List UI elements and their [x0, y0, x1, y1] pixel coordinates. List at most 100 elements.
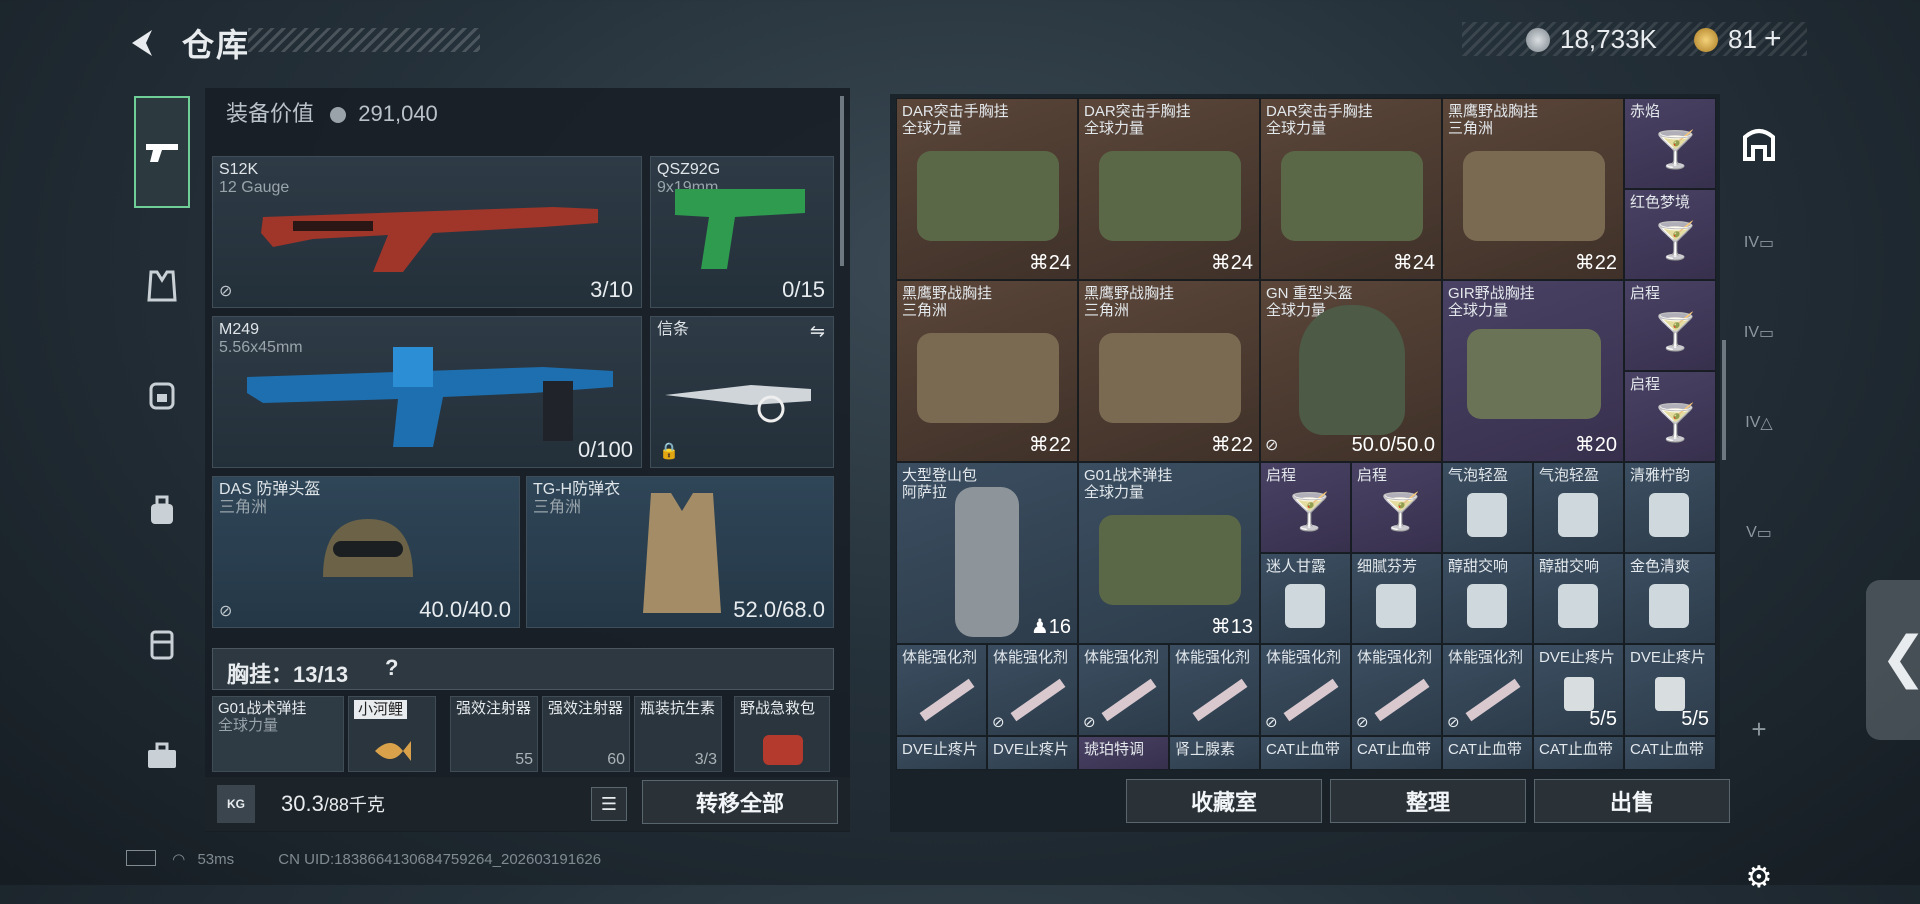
collection-room-button[interactable]: 收藏室	[1126, 779, 1322, 823]
stash-item[interactable]: 黑鹰野战胸挂 三角洲 ⌘22	[1078, 280, 1260, 462]
stash-item[interactable]: 清雅柠韵	[1624, 462, 1716, 553]
stash-item[interactable]: 醇甜交响	[1442, 553, 1533, 644]
stash-item[interactable]: DVE止疼片 5/5	[1624, 644, 1716, 736]
stash-item[interactable]: 金色清爽	[1624, 553, 1716, 644]
sort-button[interactable]: 整理	[1330, 779, 1526, 823]
tab-weapons[interactable]	[134, 96, 190, 208]
stash-item[interactable]: 细腻芬芳	[1351, 553, 1442, 644]
item-name: 强效注射器	[456, 700, 532, 717]
stash-item[interactable]: 黑鹰野战胸挂 三角洲 ⌘22	[896, 280, 1078, 462]
backpack-item-icon	[955, 487, 1019, 637]
item-name: 小河鲤	[354, 700, 408, 719]
stash-item[interactable]: 气泡轻盈	[1442, 462, 1533, 553]
tab-toolbox[interactable]	[134, 728, 190, 784]
stash-tab-main[interactable]	[1732, 116, 1786, 170]
shotgun-icon	[261, 207, 598, 272]
stash-item[interactable]: 体能强化剂 ⊘	[1260, 644, 1351, 736]
side-drawer-handle[interactable]: ❮	[1866, 580, 1920, 740]
stash-item[interactable]: 黑鹰野战胸挂 三角洲 ⌘22	[1442, 98, 1624, 280]
chest-slot-injector-1[interactable]: 强效注射器 55	[450, 696, 538, 772]
stash-item[interactable]: 启程 🍸	[1260, 462, 1351, 553]
tab-level: IV	[1743, 234, 1759, 251]
add-stash-tab-button[interactable]: +	[1732, 702, 1786, 756]
stash-item[interactable]: DVE止疼片	[896, 736, 987, 770]
help-icon[interactable]: ?	[385, 655, 398, 681]
stash-item[interactable]: 体能强化剂 ⊘	[1442, 644, 1533, 736]
stash-tab-5[interactable]: V ▭	[1732, 506, 1786, 560]
equipment-scrollbar[interactable]	[840, 96, 844, 266]
chest-slot-first-aid[interactable]: 野战急救包	[734, 696, 830, 772]
stash-item[interactable]: 启程 🍸	[1624, 280, 1716, 371]
tab-backpack[interactable]	[134, 366, 190, 422]
stash-item[interactable]: DAR突击手胸挂 全球力量 ⌘24	[896, 98, 1078, 280]
tab-chest-rig[interactable]	[134, 258, 190, 314]
chest-slot-antibiotic[interactable]: 瓶装抗生素 3/3	[634, 696, 722, 772]
stash-item[interactable]: 醇甜交响	[1533, 553, 1624, 644]
stash-item[interactable]: DAR突击手胸挂 全球力量 ⌘24	[1260, 98, 1442, 280]
stash-item[interactable]: 迷人甘露	[1260, 553, 1351, 644]
add-currency-button[interactable]: +	[1764, 22, 1782, 56]
stash-item[interactable]: 琥珀特调	[1078, 736, 1169, 770]
chest-rig-icon	[1099, 515, 1241, 605]
syringe-icon	[1283, 678, 1339, 722]
helmet-slot[interactable]: DAS 防弹头盔 三角洲 ⊘ 40.0/40.0	[212, 476, 520, 628]
melee-slot[interactable]: 信条 ⇋ 🔒	[650, 316, 834, 468]
stash-tab-4[interactable]: IV △	[1732, 396, 1786, 450]
tab-pouch[interactable]	[134, 482, 190, 538]
back-button[interactable]	[126, 26, 160, 60]
chest-slot-injector-2[interactable]: 强效注射器 60	[542, 696, 630, 772]
settings-gear-icon[interactable]: ⚙	[1732, 850, 1786, 904]
weight-readout: 30.3/88千克	[281, 791, 385, 817]
stash-item[interactable]: 气泡轻盈	[1533, 462, 1624, 553]
primary-weapon-slot[interactable]: S12K 12 Gauge ⊘ 3/10	[212, 156, 642, 308]
syringe-icon	[1010, 678, 1066, 722]
stash-item[interactable]: 体能强化剂	[1169, 644, 1260, 736]
stash-item[interactable]: 体能强化剂 ⊘	[987, 644, 1078, 736]
item-name: 强效注射器	[548, 700, 624, 717]
pistol-slot[interactable]: QSZ92G 9x19mm 0/15	[650, 156, 834, 308]
stash-item[interactable]: DVE止疼片 5/5	[1533, 644, 1624, 736]
stash-item[interactable]: CAT止血带	[1442, 736, 1533, 770]
list-view-button[interactable]: ☰	[591, 787, 627, 821]
equip-value-label: 装备价值	[226, 101, 315, 126]
chest-rig-icon	[917, 333, 1059, 423]
vest-small-icon: ⌘	[1028, 252, 1049, 274]
stash-item[interactable]: 红色梦境 🍸	[1624, 189, 1716, 280]
stash-item[interactable]: 体能强化剂 ⊘	[1351, 644, 1442, 736]
secondary-weapon-slot[interactable]: M249 5.56x45mm 0/100	[212, 316, 642, 468]
sell-button[interactable]: 出售	[1534, 779, 1730, 823]
stash-item[interactable]: CAT止血带	[1260, 736, 1351, 770]
stash-item[interactable]: 体能强化剂 ⊘	[1078, 644, 1169, 736]
stash-item[interactable]: CAT止血带	[1351, 736, 1442, 770]
stash-item[interactable]: G01战术弹挂 全球力量 ⌘13	[1078, 462, 1260, 644]
vest-small-icon: ⌘	[1210, 252, 1231, 274]
stash-tab-2[interactable]: IV ▭	[1732, 216, 1786, 270]
lock-icon: 🔒	[659, 443, 679, 460]
knife-icon	[665, 385, 811, 423]
page-title: 仓库	[182, 27, 251, 63]
machine-gun-icon	[247, 347, 613, 447]
stash-item[interactable]: DAR突击手胸挂 全球力量 ⌘24	[1078, 98, 1260, 280]
chest-rig-item[interactable]: G01战术弹挂 全球力量	[212, 696, 344, 772]
stash-item[interactable]: DVE止疼片	[987, 736, 1078, 770]
ping-value: 53ms	[197, 851, 235, 868]
swap-icon[interactable]: ⇋	[810, 321, 825, 342]
transfer-all-button[interactable]: 转移全部	[642, 780, 838, 824]
item-name: 瓶装抗生素	[640, 700, 716, 717]
stash-item[interactable]: 赤焰 🍸	[1624, 98, 1716, 189]
stash-item[interactable]: CAT止血带	[1533, 736, 1624, 770]
title-decoration	[248, 28, 480, 52]
stash-item[interactable]: CAT止血带	[1624, 736, 1716, 770]
stash-item[interactable]: GIR野战胸挂 全球力量 ⌘20	[1442, 280, 1624, 462]
armor-slot[interactable]: TG-H防弹衣 三角洲 52.0/68.0	[526, 476, 834, 628]
stash-item[interactable]: 肾上腺素	[1169, 736, 1260, 770]
stash-tab-3[interactable]: IV ▭	[1732, 306, 1786, 360]
stash-item[interactable]: GN 重型头盔 全球力量 ⊘ 50.0/50.0	[1260, 280, 1442, 462]
tab-case[interactable]	[134, 616, 190, 672]
first-aid-kit-icon	[763, 735, 803, 765]
stash-item[interactable]: 大型登山包 阿萨拉 ♟16	[896, 462, 1078, 644]
stash-item[interactable]: 启程 🍸	[1351, 462, 1442, 553]
stash-item[interactable]: 启程 🍸	[1624, 371, 1716, 462]
stash-item[interactable]: 体能强化剂	[896, 644, 987, 736]
chest-slot-fish[interactable]: 小河鲤	[348, 696, 436, 772]
